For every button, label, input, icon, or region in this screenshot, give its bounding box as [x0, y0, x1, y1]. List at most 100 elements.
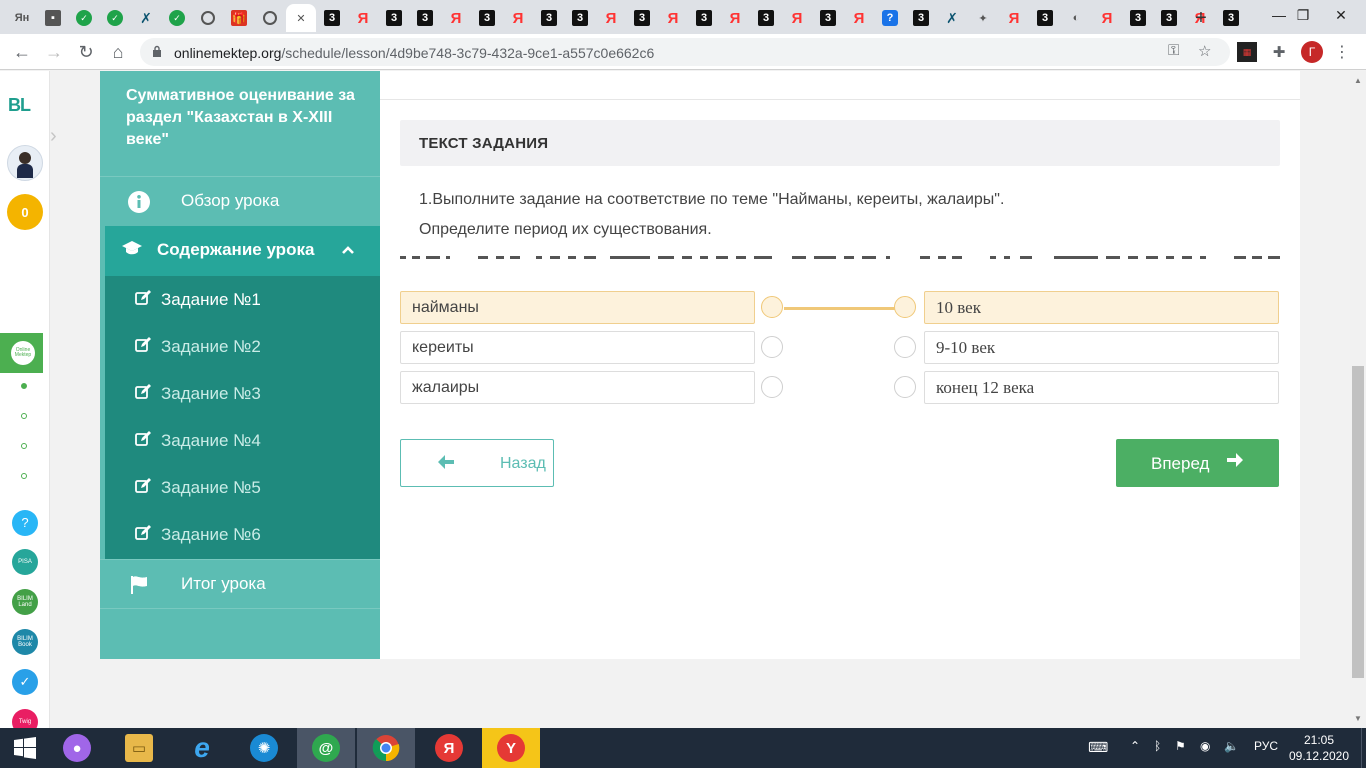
bilimland-logo[interactable]: BL — [8, 95, 31, 116]
browser-tab[interactable]: Ян — [7, 4, 37, 32]
browser-tab[interactable] — [255, 4, 285, 32]
match-left-item[interactable]: жалаиры — [400, 371, 755, 404]
sidebar-task-6[interactable]: Задание №6 — [105, 511, 380, 558]
match-right-item[interactable]: 10 век — [924, 291, 1279, 324]
browser-tab[interactable]: 3 — [534, 4, 564, 32]
scroll-down-icon[interactable]: ▼ — [1354, 714, 1362, 723]
browser-tab[interactable]: ✓ — [162, 4, 192, 32]
show-desktop[interactable] — [1361, 728, 1366, 768]
right-connector[interactable] — [894, 376, 916, 398]
taskbar-mail[interactable]: @ — [297, 728, 355, 768]
browser-tab[interactable]: Я — [596, 4, 626, 32]
taskbar-explorer[interactable]: ▭ — [110, 728, 168, 768]
match-left-item[interactable]: кереиты — [400, 331, 755, 364]
right-connector[interactable] — [894, 296, 916, 318]
expand-rail-icon[interactable]: › — [50, 125, 70, 165]
browser-tab[interactable]: ✓ — [69, 4, 99, 32]
browser-tab[interactable]: 3 — [1154, 4, 1184, 32]
browser-tab[interactable]: 3 — [689, 4, 719, 32]
left-connector[interactable] — [761, 376, 783, 398]
sidebar-task-2[interactable]: Задание №2 — [105, 323, 380, 370]
rail-dot-4[interactable] — [21, 473, 27, 479]
language-indicator[interactable]: РУС — [1254, 739, 1278, 753]
sidebar-task-3[interactable]: Задание №3 — [105, 370, 380, 417]
match-right-item[interactable]: конец 12 века — [924, 371, 1279, 404]
left-connector[interactable] — [761, 336, 783, 358]
browser-tab[interactable]: Я — [658, 4, 688, 32]
sidebar-task-1[interactable]: Задание №1 — [105, 276, 380, 323]
show-hidden-icons[interactable]: ⌃ — [1130, 739, 1140, 753]
taskbar-ie[interactable]: e — [173, 728, 231, 768]
right-connector[interactable] — [894, 336, 916, 358]
browser-tab[interactable]: ✕ — [286, 4, 316, 32]
browser-tab[interactable]: 3 — [472, 4, 502, 32]
browser-tab[interactable]: Я — [844, 4, 874, 32]
browser-tab[interactable]: ✗ — [131, 4, 161, 32]
browser-tab[interactable]: 3 — [627, 4, 657, 32]
browser-tab[interactable]: 3 — [906, 4, 936, 32]
test-icon[interactable]: ✓ — [12, 669, 38, 695]
key-icon[interactable]: ⚿ — [1168, 42, 1179, 59]
clock[interactable]: 21:05 09.12.2020 — [1286, 732, 1352, 764]
menu-icon[interactable]: ⋮ — [1332, 42, 1352, 62]
taskbar-chrome[interactable] — [357, 728, 415, 768]
tray-app-icon[interactable]: ◉ — [1200, 739, 1210, 753]
extension-off-icon[interactable]: ▦ — [1237, 42, 1257, 62]
rail-dot-1[interactable] — [21, 383, 27, 389]
browser-tab[interactable]: 3 — [813, 4, 843, 32]
browser-tab[interactable]: Я — [503, 4, 533, 32]
keyboard-icon[interactable]: ⌨ — [1088, 739, 1108, 756]
browser-tab[interactable]: 3 — [317, 4, 347, 32]
browser-tab[interactable]: 3 — [379, 4, 409, 32]
browser-tab[interactable]: ? — [875, 4, 905, 32]
left-connector[interactable] — [761, 296, 783, 318]
taskbar-yandex[interactable]: Я — [420, 728, 478, 768]
browser-tab[interactable]: Я — [999, 4, 1029, 32]
match-left-item[interactable]: найманы — [400, 291, 755, 324]
taskbar-alice[interactable]: ● — [48, 728, 106, 768]
bluetooth-icon[interactable]: ᛒ — [1154, 739, 1161, 753]
back-button[interactable]: Назад — [400, 439, 554, 487]
bilimbook-icon[interactable]: BILIM Book — [12, 629, 38, 655]
browser-tab[interactable]: 3 — [751, 4, 781, 32]
online-mektep-app[interactable]: Online Mektep — [0, 333, 43, 373]
back-arrow-icon[interactable]: ← — [8, 38, 36, 66]
browser-tab[interactable] — [193, 4, 223, 32]
taskbar-app-sun[interactable]: ✺ — [235, 728, 293, 768]
sidebar-item-content[interactable]: Содержание урока — [105, 226, 380, 276]
home-icon[interactable]: ⌂ — [104, 38, 132, 66]
taskbar-yandex-browser[interactable]: Y — [482, 728, 540, 768]
sidebar-item-summary[interactable]: Итог урока — [100, 559, 380, 609]
browser-tab[interactable]: Я — [441, 4, 471, 32]
browser-tab[interactable]: ◐ — [1061, 4, 1091, 32]
coin-counter[interactable]: 0 — [7, 194, 43, 230]
bilimland-icon[interactable]: BILIM Land — [12, 589, 38, 615]
browser-tab[interactable]: Я — [348, 4, 378, 32]
new-tab-button[interactable]: + — [1186, 4, 1216, 32]
page-scrollbar[interactable]: ▲ ▼ — [1350, 71, 1366, 728]
browser-tab[interactable]: 3 — [1216, 4, 1246, 32]
rail-dot-3[interactable] — [21, 443, 27, 449]
sidebar-task-5[interactable]: Задание №5 — [105, 464, 380, 511]
scroll-up-icon[interactable]: ▲ — [1354, 76, 1362, 85]
chevron-up-icon[interactable] — [341, 242, 355, 258]
volume-icon[interactable]: 🔈 — [1224, 739, 1239, 753]
scrollbar-thumb[interactable] — [1352, 366, 1364, 678]
browser-tab[interactable]: ✦ — [968, 4, 998, 32]
browser-tab[interactable]: ▪ — [38, 4, 68, 32]
start-button[interactable] — [0, 728, 50, 768]
window-close-button[interactable]: ✕ — [1318, 0, 1364, 30]
sidebar-item-overview[interactable]: Обзор урока — [100, 176, 380, 226]
address-bar[interactable]: onlinemektep.org/schedule/lesson/4d9be74… — [140, 38, 1230, 66]
puzzle-icon[interactable]: ✚ — [1269, 42, 1289, 62]
browser-tab[interactable]: 3 — [565, 4, 595, 32]
browser-tab[interactable]: 3 — [410, 4, 440, 32]
profile-avatar[interactable]: Г — [1301, 41, 1323, 63]
browser-tab[interactable]: ✗ — [937, 4, 967, 32]
rail-dot-2[interactable] — [21, 413, 27, 419]
browser-tab[interactable]: Я — [1092, 4, 1122, 32]
forward-arrow-icon[interactable]: → — [40, 38, 68, 66]
browser-tab[interactable]: 🎁 — [224, 4, 254, 32]
pisa-icon[interactable]: PISA — [12, 549, 38, 575]
next-button[interactable]: Вперед — [1116, 439, 1279, 487]
